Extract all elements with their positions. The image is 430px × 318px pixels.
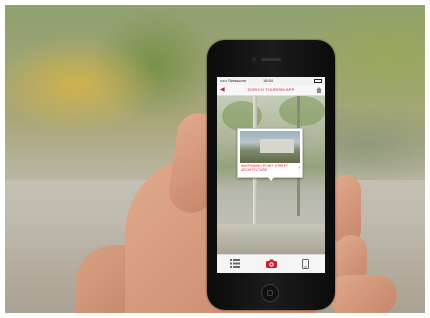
chevron-left-icon[interactable]: ◀ (220, 87, 226, 94)
home-button-square (267, 290, 273, 296)
home-button[interactable] (261, 284, 279, 302)
status-time: 18:54 (263, 78, 274, 83)
tab-list[interactable] (217, 255, 253, 273)
battery-icon (314, 79, 322, 83)
tab-device[interactable] (289, 255, 325, 273)
front-camera (252, 57, 256, 61)
tab-bar (217, 254, 325, 273)
status-bar: ••••• Swisscom 18:54 (217, 77, 325, 85)
phone-screen: ••••• Swisscom 18:54 ◀ ZÜRICH TOURISM AP… (217, 77, 325, 273)
camera-viewfinder[interactable]: WAYFINDING POINT: STREET ARCHITECTURE › (217, 96, 325, 254)
phone-device-icon (302, 259, 309, 269)
nav-bar: ◀ ZÜRICH TOURISM APP (217, 85, 325, 96)
hand-finger (327, 275, 397, 313)
status-carrier: ••••• Swisscom (220, 78, 247, 83)
smartphone: ••••• Swisscom 18:54 ◀ ZÜRICH TOURISM AP… (207, 40, 335, 310)
poi-label-line2: ARCHITECTURE (241, 168, 268, 172)
tree-canopy (279, 96, 325, 126)
poi-thumbnail (240, 131, 300, 163)
home-icon[interactable] (316, 87, 322, 93)
camera-icon (266, 259, 277, 268)
poi-label: WAYFINDING POINT: STREET ARCHITECTURE (241, 164, 295, 172)
list-icon (230, 259, 240, 268)
tab-camera[interactable] (253, 255, 289, 273)
hand-finger (331, 175, 361, 245)
viewfinder-ground (217, 224, 325, 254)
poi-popup[interactable]: WAYFINDING POINT: STREET ARCHITECTURE › (237, 128, 303, 181)
nav-title: ZÜRICH TOURISM APP (247, 87, 295, 92)
chevron-right-icon[interactable]: › (298, 166, 300, 171)
poi-building (260, 139, 294, 153)
popup-pointer (268, 177, 274, 181)
earpiece-speaker (261, 58, 281, 61)
